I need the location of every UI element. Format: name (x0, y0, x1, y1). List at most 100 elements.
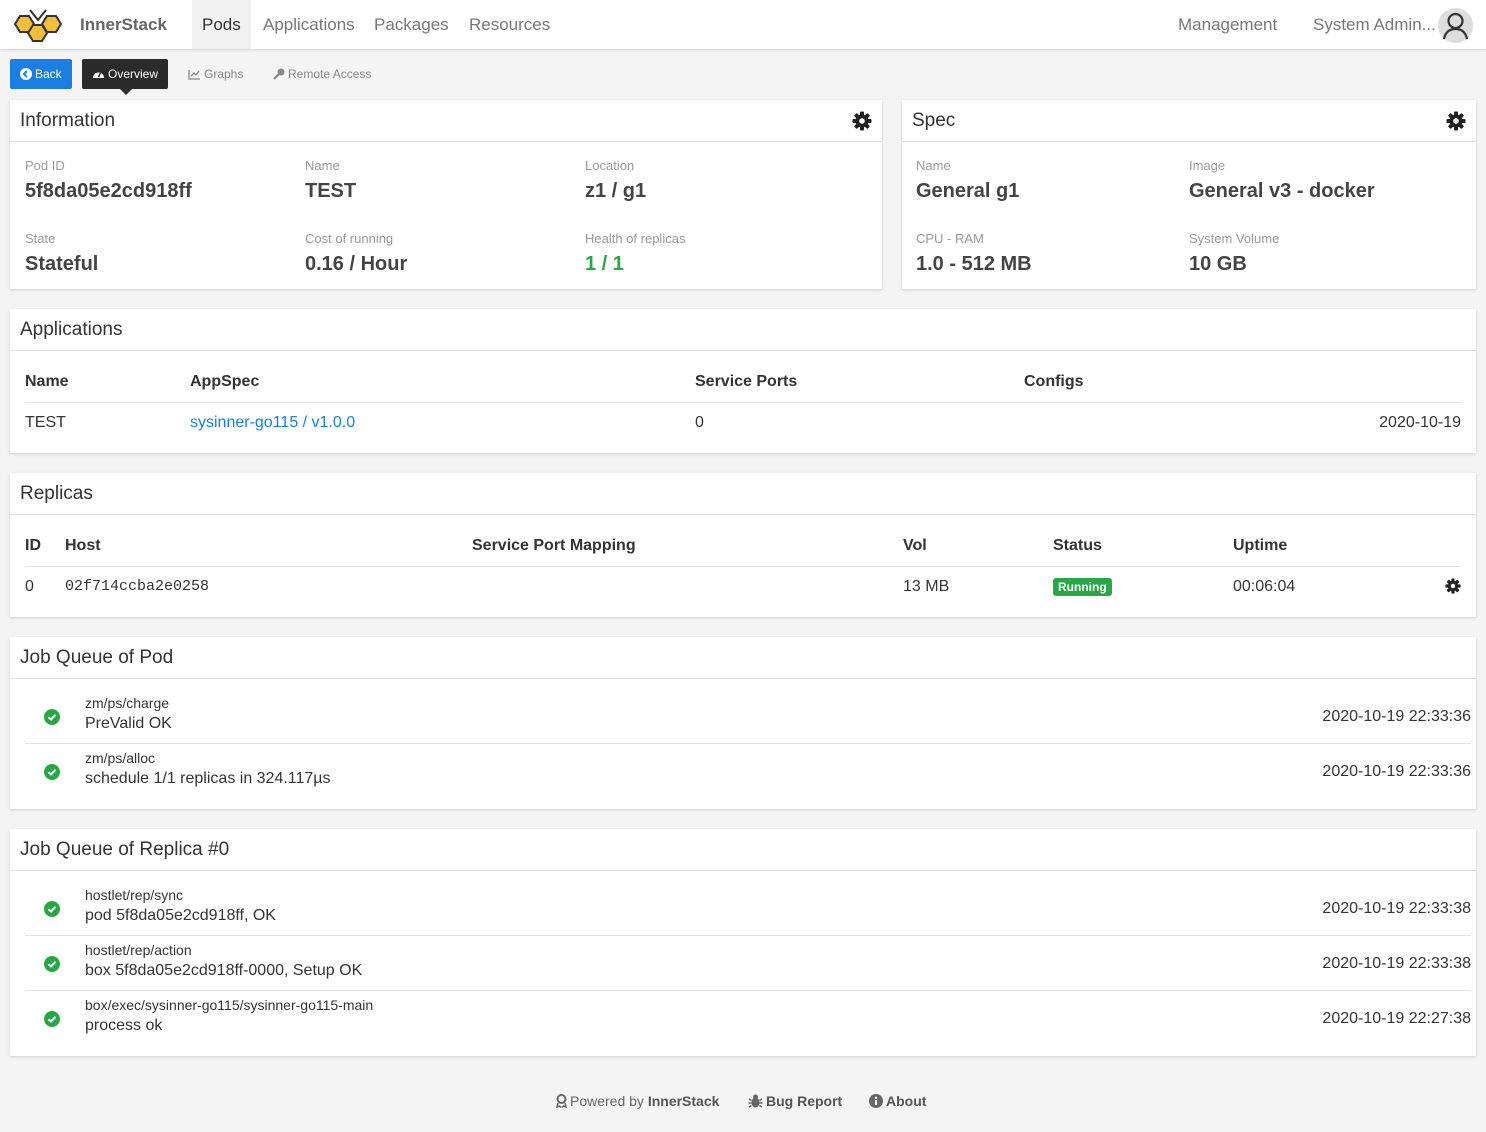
divider (25, 566, 1461, 567)
replicas-header: Replicas (10, 473, 1476, 515)
status-badge: Running (1053, 578, 1112, 596)
top-navbar: InnerStack Pods Applications Packages Re… (0, 0, 1486, 50)
list-item: zm/ps/alloc schedule 1/1 replicas in 324… (25, 744, 1471, 799)
overview-label: Overview (108, 67, 159, 81)
spec-name-label: Name (916, 158, 951, 173)
nav-management[interactable]: Management (1168, 0, 1287, 49)
spec-card: Spec Name General g1 Image General v3 - … (902, 100, 1476, 289)
system-volume-value: 10 GB (1189, 253, 1247, 275)
job-message: pod 5f8da05e2cd918ff, OK (85, 907, 276, 924)
name-value: TEST (305, 180, 357, 202)
image-label: Image (1189, 158, 1226, 173)
info-circle-icon (869, 1094, 883, 1108)
job-name: zm/ps/charge (85, 695, 170, 711)
replica-job-queue-header: Job Queue of Replica #0 (10, 829, 1476, 871)
health-value: 1 / 1 (585, 253, 624, 275)
check-circle-icon (44, 764, 60, 780)
col-service-port-mapping: Service Port Mapping (472, 537, 636, 554)
about-link[interactable]: About (869, 1093, 926, 1109)
col-service-ports: Service Ports (695, 373, 798, 390)
replica-vol: 13 MB (903, 578, 950, 595)
list-item: zm/ps/charge PreValid OK 2020-10-19 22:3… (25, 689, 1471, 744)
applications-card: Applications Name AppSpec Service Ports … (10, 309, 1476, 453)
award-icon (555, 1094, 568, 1109)
replica-host: 02f714ccba2e0258 (65, 578, 210, 595)
powered-by-brand: InnerStack (647, 1093, 720, 1109)
replica-job-queue-card: Job Queue of Replica #0 hostlet/rep/sync… (10, 829, 1476, 1056)
bug-report-label: Bug Report (766, 1093, 843, 1109)
image-value: General v3 - docker (1189, 180, 1375, 202)
name-label: Name (305, 158, 340, 173)
tab-remote-access[interactable]: Remote Access (263, 59, 381, 89)
list-item: hostlet/rep/sync pod 5f8da05e2cd918ff, O… (25, 881, 1471, 936)
app-name: TEST (25, 414, 66, 431)
job-time: 2020-10-19 22:33:36 (1322, 763, 1471, 780)
job-time: 2020-10-19 22:33:38 (1322, 955, 1471, 972)
applications-title: Applications (20, 319, 123, 340)
replica-id: 0 (25, 578, 34, 595)
state-value: Stateful (25, 253, 99, 275)
key-icon (273, 68, 285, 80)
dashboard-icon (93, 72, 104, 78)
divider (25, 402, 1461, 403)
cpu-ram-value: 1.0 - 512 MB (916, 253, 1032, 275)
job-message: schedule 1/1 replicas in 324.117µs (85, 770, 331, 787)
replica-job-queue-title: Job Queue of Replica #0 (20, 839, 230, 860)
cpu-ram-label: CPU - RAM (916, 231, 984, 246)
gear-icon[interactable] (852, 111, 872, 131)
spec-name-value: General g1 (916, 180, 1020, 202)
pod-job-queue-card: Job Queue of Pod zm/ps/charge PreValid O… (10, 637, 1476, 809)
avatar[interactable] (1438, 8, 1473, 43)
cost-value: 0.16 / Hour (305, 253, 408, 275)
nav-applications[interactable]: Applications (253, 0, 365, 49)
brand-name[interactable]: InnerStack (80, 15, 167, 35)
app-service-ports: 0 (695, 414, 704, 431)
list-item: hostlet/rep/action box 5f8da05e2cd918ff-… (25, 936, 1471, 991)
col-status: Status (1053, 537, 1102, 554)
powered-by-text: Powered by (570, 1093, 644, 1109)
cost-label: Cost of running (305, 231, 394, 246)
bug-icon (748, 1094, 763, 1108)
pod-id-value: 5f8da05e2cd918ff (25, 180, 192, 202)
bug-report-link[interactable]: Bug Report (748, 1093, 842, 1109)
pod-id-label: Pod ID (25, 158, 65, 173)
innerstack-logo-icon[interactable] (12, 7, 64, 45)
check-circle-icon (44, 956, 60, 972)
pod-job-queue-title: Job Queue of Pod (20, 647, 174, 668)
information-card: Information Pod ID 5f8da05e2cd918ff Name… (10, 100, 882, 289)
col-uptime: Uptime (1233, 537, 1288, 554)
information-title: Information (20, 110, 116, 131)
chevron-left-circle-icon (20, 68, 32, 80)
state-label: State (25, 231, 56, 246)
appspec-link[interactable]: sysinner-go115 / v1.0.0 (190, 414, 355, 432)
app-date: 2020-10-19 (1379, 414, 1461, 431)
gear-icon[interactable] (1445, 578, 1461, 594)
tab-graphs[interactable]: Graphs (178, 59, 253, 89)
job-name: hostlet/rep/action (85, 942, 192, 958)
nav-pods[interactable]: Pods (192, 0, 251, 49)
information-header: Information (10, 100, 882, 142)
chart-line-icon (188, 70, 200, 80)
col-appspec: AppSpec (190, 373, 260, 390)
job-time: 2020-10-19 22:27:38 (1322, 1010, 1471, 1027)
remote-access-label: Remote Access (288, 67, 372, 81)
job-time: 2020-10-19 22:33:36 (1322, 708, 1471, 725)
col-host: Host (65, 537, 101, 554)
gear-icon[interactable] (1446, 111, 1466, 131)
system-volume-label: System Volume (1189, 231, 1280, 246)
job-message: process ok (85, 1017, 163, 1034)
back-button[interactable]: Back (10, 59, 72, 89)
user-menu[interactable]: System Admin... (1303, 0, 1436, 49)
nav-packages[interactable]: Packages (364, 0, 459, 49)
replicas-title: Replicas (20, 483, 93, 504)
tab-overview[interactable]: Overview (82, 59, 169, 95)
location-label: Location (585, 158, 635, 173)
health-label: Health of replicas (585, 231, 686, 246)
job-message: box 5f8da05e2cd918ff-0000, Setup OK (85, 962, 363, 979)
pod-job-queue-header: Job Queue of Pod (10, 637, 1476, 679)
footer-powered-by[interactable]: Powered by InnerStack (555, 1093, 720, 1109)
check-circle-icon (44, 1011, 60, 1027)
job-name: box/exec/sysinner-go115/sysinner-go115-m… (85, 997, 374, 1013)
nav-resources[interactable]: Resources (459, 0, 560, 49)
check-circle-icon (44, 901, 60, 917)
